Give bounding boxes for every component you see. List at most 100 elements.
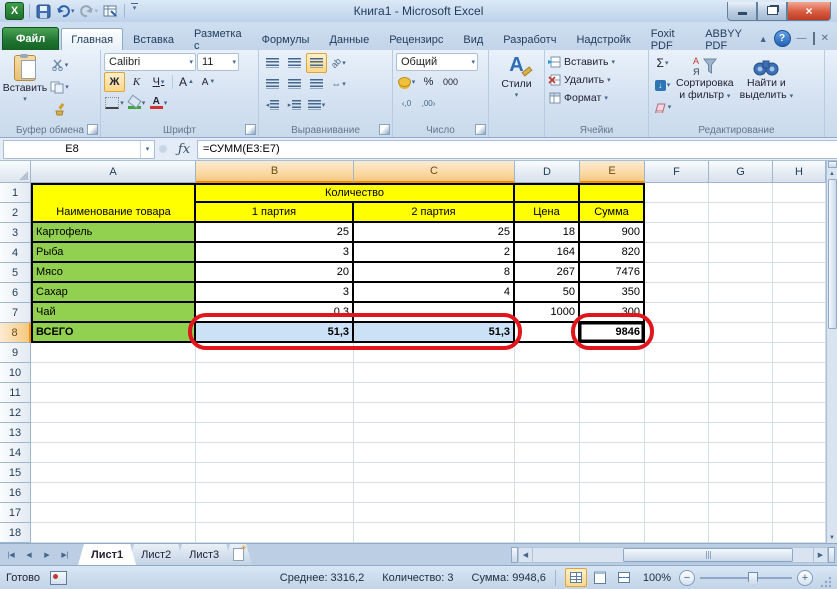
font-size-combo[interactable]: 11 ▾ (197, 53, 239, 71)
cell[interactable]: 8 (354, 263, 515, 283)
previous-sheet-button[interactable]: ◀ (21, 547, 37, 563)
cell[interactable]: 18 (515, 223, 580, 243)
cell[interactable] (354, 523, 515, 543)
help-icon[interactable]: ? (773, 30, 791, 47)
cell[interactable] (709, 523, 773, 543)
cell[interactable] (645, 343, 709, 363)
cell[interactable]: Чай (31, 303, 196, 323)
autosum-button[interactable]: Σ ▾ (652, 53, 673, 73)
cell[interactable] (354, 423, 515, 443)
cell[interactable] (709, 223, 773, 243)
cell[interactable] (773, 483, 826, 503)
cell[interactable] (709, 323, 773, 343)
clear-button[interactable]: ▾ (652, 97, 673, 117)
delete-cells-button[interactable]: Удалить ▾ (548, 71, 645, 89)
save-button[interactable] (35, 3, 52, 19)
cell[interactable]: Цена (515, 203, 580, 223)
row-header-12[interactable]: 12 (0, 403, 31, 423)
column-header-F[interactable]: F (645, 161, 709, 183)
cell[interactable] (773, 283, 826, 303)
cell[interactable] (196, 383, 354, 403)
currency-button[interactable]: ▾ (396, 72, 417, 92)
cell[interactable] (645, 443, 709, 463)
cell[interactable] (354, 483, 515, 503)
thousands-button[interactable]: 000 (440, 72, 461, 92)
cell[interactable] (709, 503, 773, 523)
styles-button[interactable]: А Стили ▾ (492, 53, 541, 102)
tab-Разметка с[interactable]: Разметка с (184, 28, 252, 52)
column-header-A[interactable]: A (31, 161, 196, 183)
cell[interactable] (515, 383, 580, 403)
dialog-launcher-icon[interactable] (475, 124, 486, 135)
align-left-button[interactable] (262, 74, 283, 94)
cell[interactable] (196, 463, 354, 483)
cell[interactable]: 900 (580, 223, 645, 243)
collapse-ribbon-icon[interactable]: ▲ (759, 34, 768, 44)
row-header-1[interactable]: 1 (0, 183, 31, 203)
cell[interactable] (773, 503, 826, 523)
resize-grip[interactable] (819, 577, 831, 589)
cell[interactable] (773, 243, 826, 263)
cell[interactable] (709, 383, 773, 403)
tab-ABBYY PDF[interactable]: ABBYY PDF (695, 28, 758, 52)
row-header-8[interactable]: 8 (0, 323, 31, 343)
paste-button[interactable]: Вставить ▾ (3, 53, 47, 119)
cell[interactable] (354, 443, 515, 463)
tab-Вид[interactable]: Вид (453, 28, 493, 50)
merge-center-button[interactable]: ⇔ ▾ (328, 74, 349, 94)
formula-input[interactable]: =СУММ(E3:E7) (197, 139, 837, 159)
horizontal-scrollbar[interactable]: ◀ ▶ (511, 544, 837, 565)
tab-Надстройк[interactable]: Надстройк (566, 28, 640, 50)
cell[interactable] (709, 203, 773, 223)
cell[interactable]: Сумма (580, 203, 645, 223)
align-bottom-button[interactable] (306, 53, 327, 73)
cell[interactable] (515, 463, 580, 483)
cell[interactable] (709, 183, 773, 203)
column-header-G[interactable]: G (709, 161, 773, 183)
cell[interactable] (709, 343, 773, 363)
row-header-9[interactable]: 9 (0, 343, 31, 363)
cell[interactable] (580, 183, 645, 203)
select-all-corner[interactable] (0, 161, 31, 183)
undo-button[interactable]: ▾ (55, 3, 76, 19)
horizontal-scroll-thumb[interactable] (623, 547, 793, 562)
cell[interactable] (773, 223, 826, 243)
sort-filter-button[interactable]: АЯ Сортировка и фильтр ▾ (673, 53, 737, 117)
cell[interactable] (645, 383, 709, 403)
cell[interactable] (645, 303, 709, 323)
zoom-slider-thumb[interactable] (748, 571, 758, 586)
cell[interactable] (31, 403, 196, 423)
horizontal-split-handle[interactable] (511, 546, 518, 563)
cell[interactable] (645, 203, 709, 223)
cell[interactable] (196, 523, 354, 543)
cell[interactable] (580, 383, 645, 403)
cell[interactable]: Мясо (31, 263, 196, 283)
row-header-3[interactable]: 3 (0, 223, 31, 243)
align-top-button[interactable] (262, 53, 283, 73)
dialog-launcher-icon[interactable] (87, 124, 98, 135)
insert-cells-button[interactable]: Вставить ▾ (548, 53, 645, 71)
cell[interactable] (196, 403, 354, 423)
cell[interactable] (515, 503, 580, 523)
row-header-11[interactable]: 11 (0, 383, 31, 403)
row-header-10[interactable]: 10 (0, 363, 31, 383)
cell[interactable] (709, 443, 773, 463)
horizontal-scroll-track[interactable] (533, 546, 813, 563)
column-header-D[interactable]: D (515, 161, 580, 183)
cell[interactable]: 20 (196, 263, 354, 283)
cell[interactable]: 7476 (580, 263, 645, 283)
cell[interactable]: 25 (196, 223, 354, 243)
cell[interactable] (709, 403, 773, 423)
cell[interactable] (196, 423, 354, 443)
font-color-button[interactable]: А ▾ (148, 93, 169, 113)
underline-button[interactable]: Ч ▾ (148, 72, 169, 92)
cell[interactable] (709, 483, 773, 503)
cell[interactable] (645, 243, 709, 263)
redo-button[interactable]: ▾ (79, 3, 100, 19)
cell[interactable]: 164 (515, 243, 580, 263)
page-layout-view-button[interactable] (589, 568, 611, 587)
sheet-tab-Лист2[interactable]: Лист2 (128, 544, 184, 565)
cell[interactable] (31, 423, 196, 443)
cell[interactable] (773, 363, 826, 383)
cut-button[interactable]: ▾ (49, 55, 70, 75)
